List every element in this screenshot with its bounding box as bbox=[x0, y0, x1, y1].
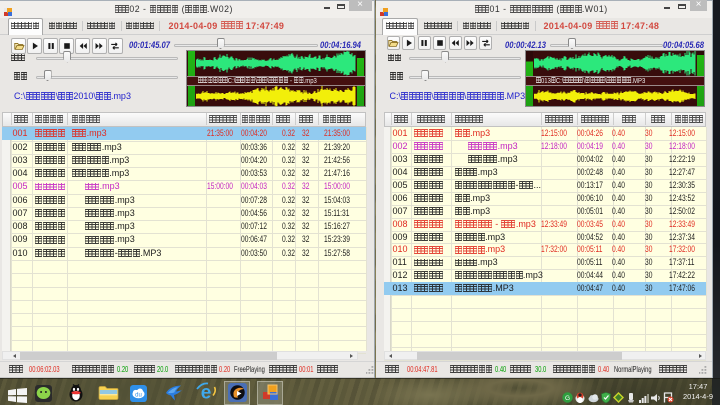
svg-text:e: e bbox=[201, 383, 212, 404]
svg-text:du: du bbox=[135, 393, 142, 399]
svg-text:G: G bbox=[565, 395, 570, 402]
